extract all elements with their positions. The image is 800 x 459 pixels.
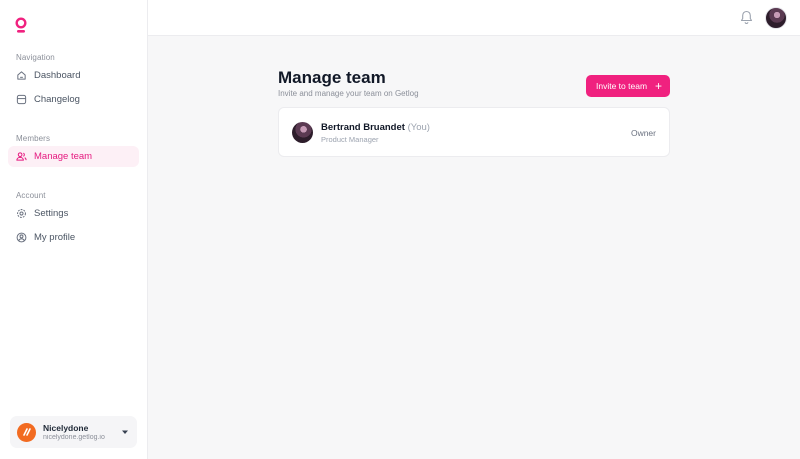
invite-button-label: Invite to team — [596, 81, 648, 91]
workspace-name: Nicelydone — [43, 423, 89, 433]
gear-icon — [16, 208, 27, 219]
section-label-account: Account — [16, 191, 46, 200]
sidebar-item-label: My profile — [34, 232, 76, 243]
workspace-domain: nicelydone.getlog.io — [43, 434, 105, 441]
invite-to-team-button[interactable]: Invite to team + — [586, 75, 670, 97]
users-icon — [16, 151, 27, 162]
changelog-icon — [16, 94, 27, 105]
sidebar-item-label: Changelog — [34, 94, 80, 105]
section-label-members: Members — [16, 134, 51, 143]
sidebar-item-label: Manage team — [34, 151, 93, 162]
member-you-tag: (You) — [407, 122, 430, 133]
home-icon — [16, 70, 27, 81]
getlog-logo[interactable] — [14, 17, 28, 35]
sidebar-item-manage-team[interactable]: Manage team — [8, 146, 139, 167]
sidebar-item-my-profile[interactable]: My profile — [8, 227, 139, 248]
avatar — [292, 122, 313, 143]
page-title: Manage team — [278, 68, 386, 87]
team-member-row: Bertrand Bruandet (You) Product Manager … — [278, 107, 670, 157]
avatar[interactable] — [765, 7, 787, 29]
caret-down-icon — [122, 430, 128, 434]
plus-icon: + — [654, 79, 662, 93]
member-permission: Owner — [630, 128, 656, 138]
bell-icon[interactable] — [740, 10, 753, 25]
workspace-logo — [17, 422, 36, 442]
sidebar-item-label: Settings — [34, 208, 69, 219]
member-name-line: Bertrand Bruandet (You) — [321, 122, 430, 133]
workspace-switcher[interactable]: Nicelydone nicelydone.getlog.io — [10, 416, 137, 448]
sidebar: Navigation Dashboard Changelog Members M… — [0, 0, 148, 459]
section-label-navigation: Navigation — [16, 53, 55, 62]
sidebar-item-settings[interactable]: Settings — [8, 203, 139, 224]
page-subtitle: Invite and manage your team on Getlog — [278, 89, 419, 98]
sidebar-item-dashboard[interactable]: Dashboard — [8, 65, 139, 86]
topbar — [148, 0, 800, 36]
sidebar-item-changelog[interactable]: Changelog — [8, 89, 139, 110]
member-name: Bertrand Bruandet — [321, 122, 405, 133]
member-role: Product Manager — [321, 135, 379, 144]
sidebar-item-label: Dashboard — [34, 70, 81, 81]
user-circle-icon — [16, 232, 27, 243]
